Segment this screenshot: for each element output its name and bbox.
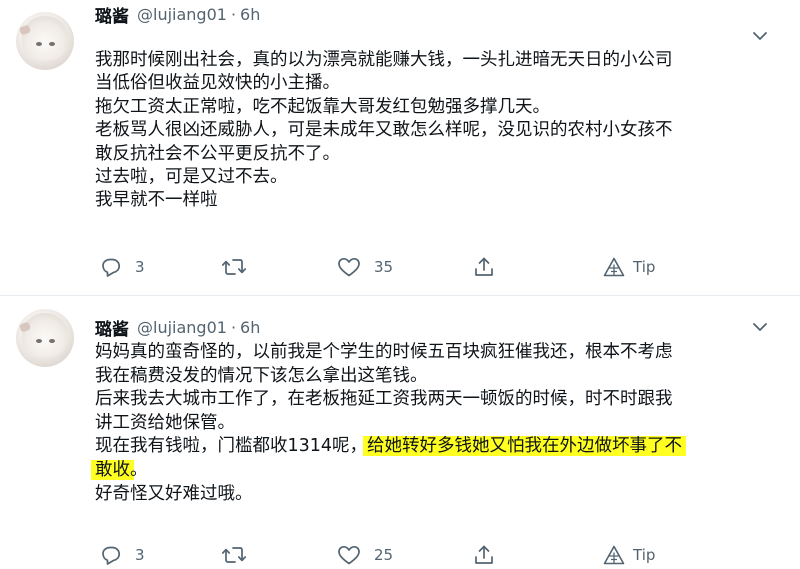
reply-icon — [99, 255, 123, 279]
highlighted-text: 敢收 — [95, 459, 130, 480]
tip-button[interactable]: Tip — [603, 541, 655, 569]
tip-button[interactable]: Tip — [603, 253, 655, 281]
tweet[interactable]: 璐酱 @lujiang01 · 6h 妈妈真的蛮奇怪的，以前我是个学生的时候五百… — [0, 297, 800, 569]
retweet-button[interactable] — [221, 253, 259, 281]
tweet-line: 妈妈真的蛮奇怪的，以前我是个学生的时候五百块疯狂催我还，根本不考虑 — [95, 342, 673, 362]
share-icon — [472, 255, 496, 279]
tweet-line: 我早就不一样啦 — [95, 190, 218, 211]
tweet-line: 我那时候刚出社会，真的以为漂亮就能赚大钱，一头扎进暗无天日的小公司 — [95, 50, 673, 70]
tweet[interactable]: 璐酱 @lujiang01 · 6h 我那时候刚出社会，真的以为漂亮就能赚大钱，… — [0, 0, 800, 296]
tweet-header: 璐酱 @lujiang01 · 6h — [95, 313, 260, 341]
reply-count: 3 — [135, 258, 145, 276]
tweet-text-segment: 。 — [130, 459, 148, 480]
tweet-line: 后来我去大城市工作了，在老板拖延工资我两天一顿饭的时候，时不时跟我 — [95, 389, 673, 410]
share-button[interactable] — [472, 541, 496, 569]
tweet-line: 敢收。 — [95, 459, 765, 483]
tweet-actions: 3 25 Tip — [95, 541, 695, 569]
tweet-actions: 3 35 Tip — [95, 253, 695, 281]
tweet-line: 现在我有钱啦，门槛都收1314呢，给她转好多钱她又怕我在外边做坏事了不 — [95, 435, 765, 459]
like-button[interactable]: 25 — [336, 541, 393, 569]
share-icon — [472, 543, 496, 567]
retweet-icon — [221, 543, 247, 567]
like-icon — [336, 543, 362, 567]
author-handle[interactable]: @lujiang01 — [137, 318, 227, 337]
tweet-line: 讲工资给她保管。 — [95, 412, 235, 433]
tweet-text-segment: 现在我有钱啦，门槛都收1314呢， — [95, 436, 368, 457]
retweet-icon — [221, 255, 247, 279]
divider — [0, 295, 800, 296]
reply-count: 3 — [135, 546, 145, 564]
avatar[interactable] — [16, 309, 74, 367]
tweet-text: 妈妈真的蛮奇怪的，以前我是个学生的时候五百块疯狂催我还，根本不考虑 我在稿费没发… — [95, 341, 765, 506]
like-button[interactable]: 35 — [336, 253, 393, 281]
tweet-text: 我那时候刚出社会，真的以为漂亮就能赚大钱，一头扎进暗无天日的小公司 当低俗但收益… — [95, 49, 765, 213]
retweet-button[interactable] — [221, 541, 259, 569]
tweet-header: 璐酱 @lujiang01 · 6h — [95, 0, 260, 28]
like-count: 35 — [374, 258, 394, 276]
like-icon — [336, 255, 362, 279]
tip-label: Tip — [633, 546, 656, 564]
tweet-line: 我在稿费没发的情况下该怎么拿出这笔钱。 — [95, 365, 428, 386]
tweet-line: 当低俗但收益见效快的小主播。 — [95, 73, 340, 94]
reply-button[interactable]: 3 — [99, 253, 145, 281]
tweet-line: 过去啦，可是又过不去。 — [95, 167, 288, 188]
tweet-line: 拖欠工资太正常啦，吃不起饭靠大哥发红包勉强多撑几天。 — [95, 96, 550, 117]
tip-icon — [603, 256, 625, 278]
highlighted-text: 给她转好多钱她又怕我在外边做坏事了不 — [367, 436, 683, 457]
tweet-line: 敢反抗社会不公平更反抗不了。 — [95, 143, 340, 164]
more-icon[interactable] — [748, 315, 772, 339]
author-handle[interactable]: @lujiang01 — [137, 5, 227, 24]
author-name[interactable]: 璐酱 — [95, 2, 129, 27]
like-count: 25 — [374, 546, 394, 564]
tip-icon — [603, 544, 625, 566]
tweet-line: 好奇怪又好难过哦。 — [95, 483, 253, 504]
tip-label: Tip — [633, 258, 656, 276]
author-name[interactable]: 璐酱 — [95, 315, 129, 340]
separator: · — [230, 4, 237, 24]
avatar[interactable] — [16, 12, 74, 70]
tweet-line: 老板骂人很凶还威胁人，可是未成年又敢怎么样呢，没见识的农村小女孩不 — [95, 120, 673, 141]
separator: · — [230, 317, 237, 337]
reply-button[interactable]: 3 — [99, 541, 145, 569]
share-button[interactable] — [472, 253, 496, 281]
more-icon[interactable] — [748, 24, 772, 48]
reply-icon — [99, 543, 123, 567]
timestamp[interactable]: 6h — [240, 318, 260, 337]
timestamp[interactable]: 6h — [240, 5, 260, 24]
